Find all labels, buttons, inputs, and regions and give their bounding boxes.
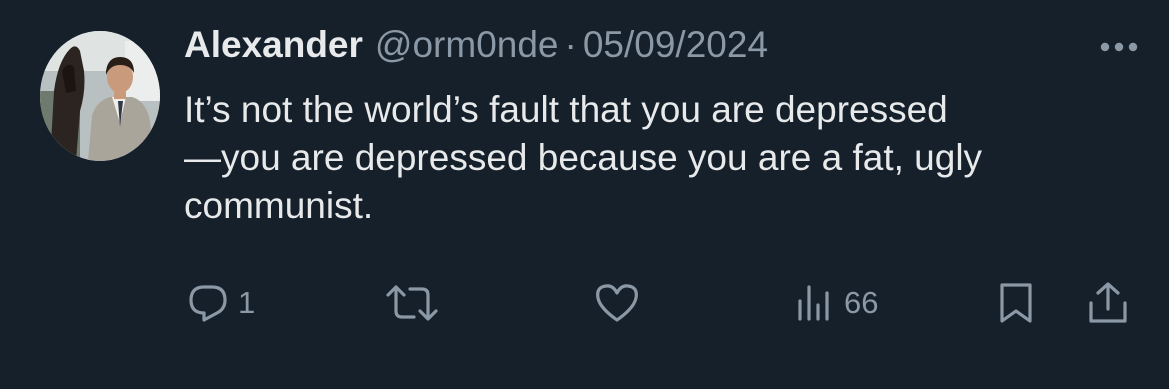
share-button[interactable] <box>1086 280 1130 326</box>
more-horizontal-icon <box>1100 42 1138 52</box>
reply-button[interactable]: 1 <box>186 280 255 326</box>
reply-count: 1 <box>238 285 256 320</box>
views-button[interactable]: 66 <box>796 280 878 326</box>
tweet-text: It’s not the world’s fault that you are … <box>184 86 1154 230</box>
tweet: Alexander @orm0nde · 05/09/2024 It’s not… <box>0 0 1169 389</box>
user-handle[interactable]: @orm0nde <box>375 24 559 66</box>
tweet-text-line: communist. <box>184 185 374 226</box>
action-bar: 1 66 <box>0 280 1169 326</box>
avatar-photo <box>40 31 160 161</box>
retweet-button[interactable] <box>384 280 440 326</box>
tweet-text-line: —you are depressed because you are a fat… <box>184 137 983 178</box>
views-count: 66 <box>844 285 879 320</box>
more-options-button[interactable] <box>1098 40 1140 54</box>
heart-icon <box>596 284 638 322</box>
tweet-header: Alexander @orm0nde · 05/09/2024 <box>184 24 768 74</box>
tweet-date[interactable]: 05/09/2024 <box>583 24 768 66</box>
like-button[interactable] <box>594 280 640 326</box>
tweet-text-line: It’s not the world’s fault that you are … <box>184 89 948 130</box>
avatar[interactable] <box>40 31 160 161</box>
separator-dot: · <box>564 24 577 65</box>
views-chart-icon <box>798 285 829 321</box>
bookmark-button[interactable] <box>996 280 1036 326</box>
bookmark-icon <box>1000 283 1032 323</box>
retweet-icon <box>386 285 438 321</box>
display-name[interactable]: Alexander <box>184 24 363 66</box>
reply-icon <box>189 285 227 322</box>
share-icon <box>1089 282 1127 323</box>
